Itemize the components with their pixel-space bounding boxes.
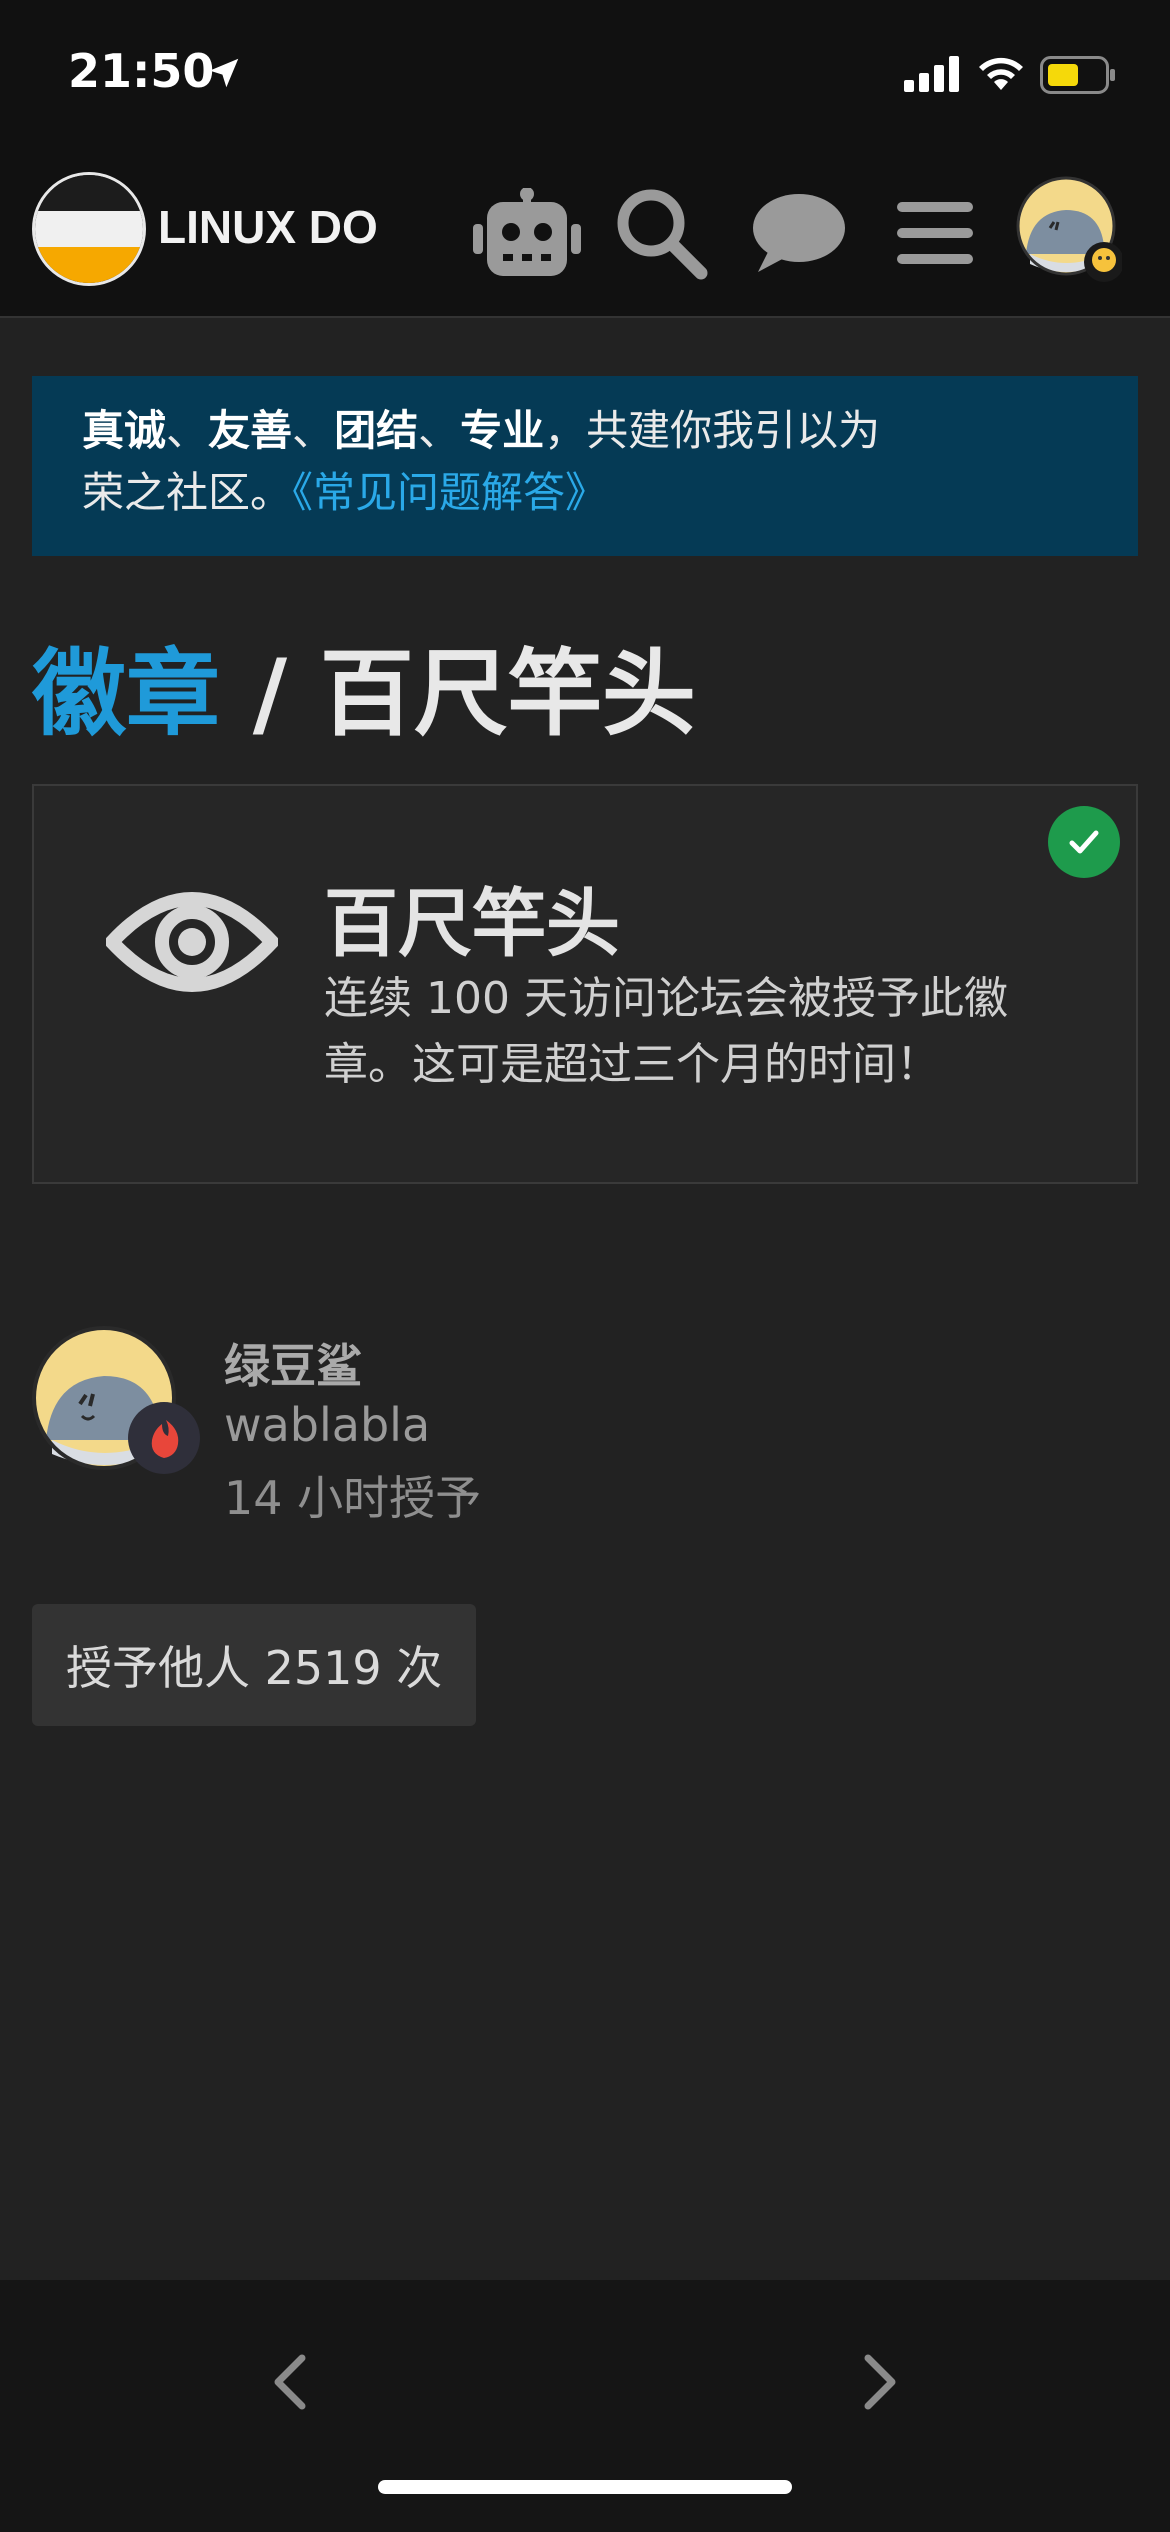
wifi-icon (979, 57, 1023, 90)
chevron-left-icon (274, 2354, 306, 2410)
banner-text: 真诚、友善、团结、专业，共建你我引以为 (82, 406, 881, 455)
grant-count-button[interactable]: 授予他人 2519 次 (32, 1604, 477, 1726)
site-logo[interactable] (32, 172, 146, 286)
status-time: 21:50 (68, 44, 215, 98)
community-banner: 真诚、友善、团结、专业，共建你我引以为 荣之社区。《常见问题解答》 (32, 376, 1138, 556)
site-header: LINUX DO (0, 150, 1170, 318)
home-indicator[interactable] (378, 2480, 792, 2494)
breadcrumb-badges-link[interactable]: 徽章 (32, 640, 220, 749)
robot-icon[interactable] (472, 178, 582, 288)
browser-toolbar (0, 2280, 1170, 2532)
cellular-signal-icon (904, 56, 959, 92)
back-button[interactable] (250, 2332, 330, 2432)
forward-button[interactable] (840, 2332, 920, 2432)
current-user-avatar[interactable] (1016, 176, 1124, 282)
grantee-username[interactable]: wablabla (224, 1398, 430, 1452)
badge-card: 百尺竿头 连续 100 天访问论坛会被授予此徽章。这可是超过三个月的时间！ (32, 784, 1138, 1184)
badge-name: 百尺竿头 (324, 881, 620, 967)
granted-time: 14 小时授予 (224, 1471, 482, 1525)
search-icon[interactable] (606, 178, 716, 288)
breadcrumb-separator: / (252, 640, 288, 749)
status-bar: 21:50 (0, 0, 1170, 150)
grantee-avatar[interactable] (32, 1326, 200, 1474)
chevron-right-icon (864, 2354, 896, 2410)
location-arrow-icon (209, 58, 239, 88)
banner-text-line2: 荣之社区。 (82, 468, 293, 517)
page-title: 徽章 / 百尺竿头 (32, 618, 696, 754)
eye-icon (106, 892, 278, 992)
grantee-display-name[interactable]: 绿豆鲨 (224, 1330, 362, 1396)
chat-icon[interactable] (742, 178, 852, 288)
granted-check-icon (1048, 806, 1120, 878)
badge-description: 连续 100 天访问论坛会被授予此徽章。这可是超过三个月的时间！ (324, 973, 1008, 1090)
battery-icon (1040, 56, 1115, 94)
badge-title: 百尺竿头 (319, 640, 696, 749)
hamburger-menu-icon[interactable] (880, 178, 990, 288)
faq-link[interactable]: 《常见问题解答》 (292, 468, 607, 517)
site-name[interactable]: LINUX DO (158, 200, 378, 254)
